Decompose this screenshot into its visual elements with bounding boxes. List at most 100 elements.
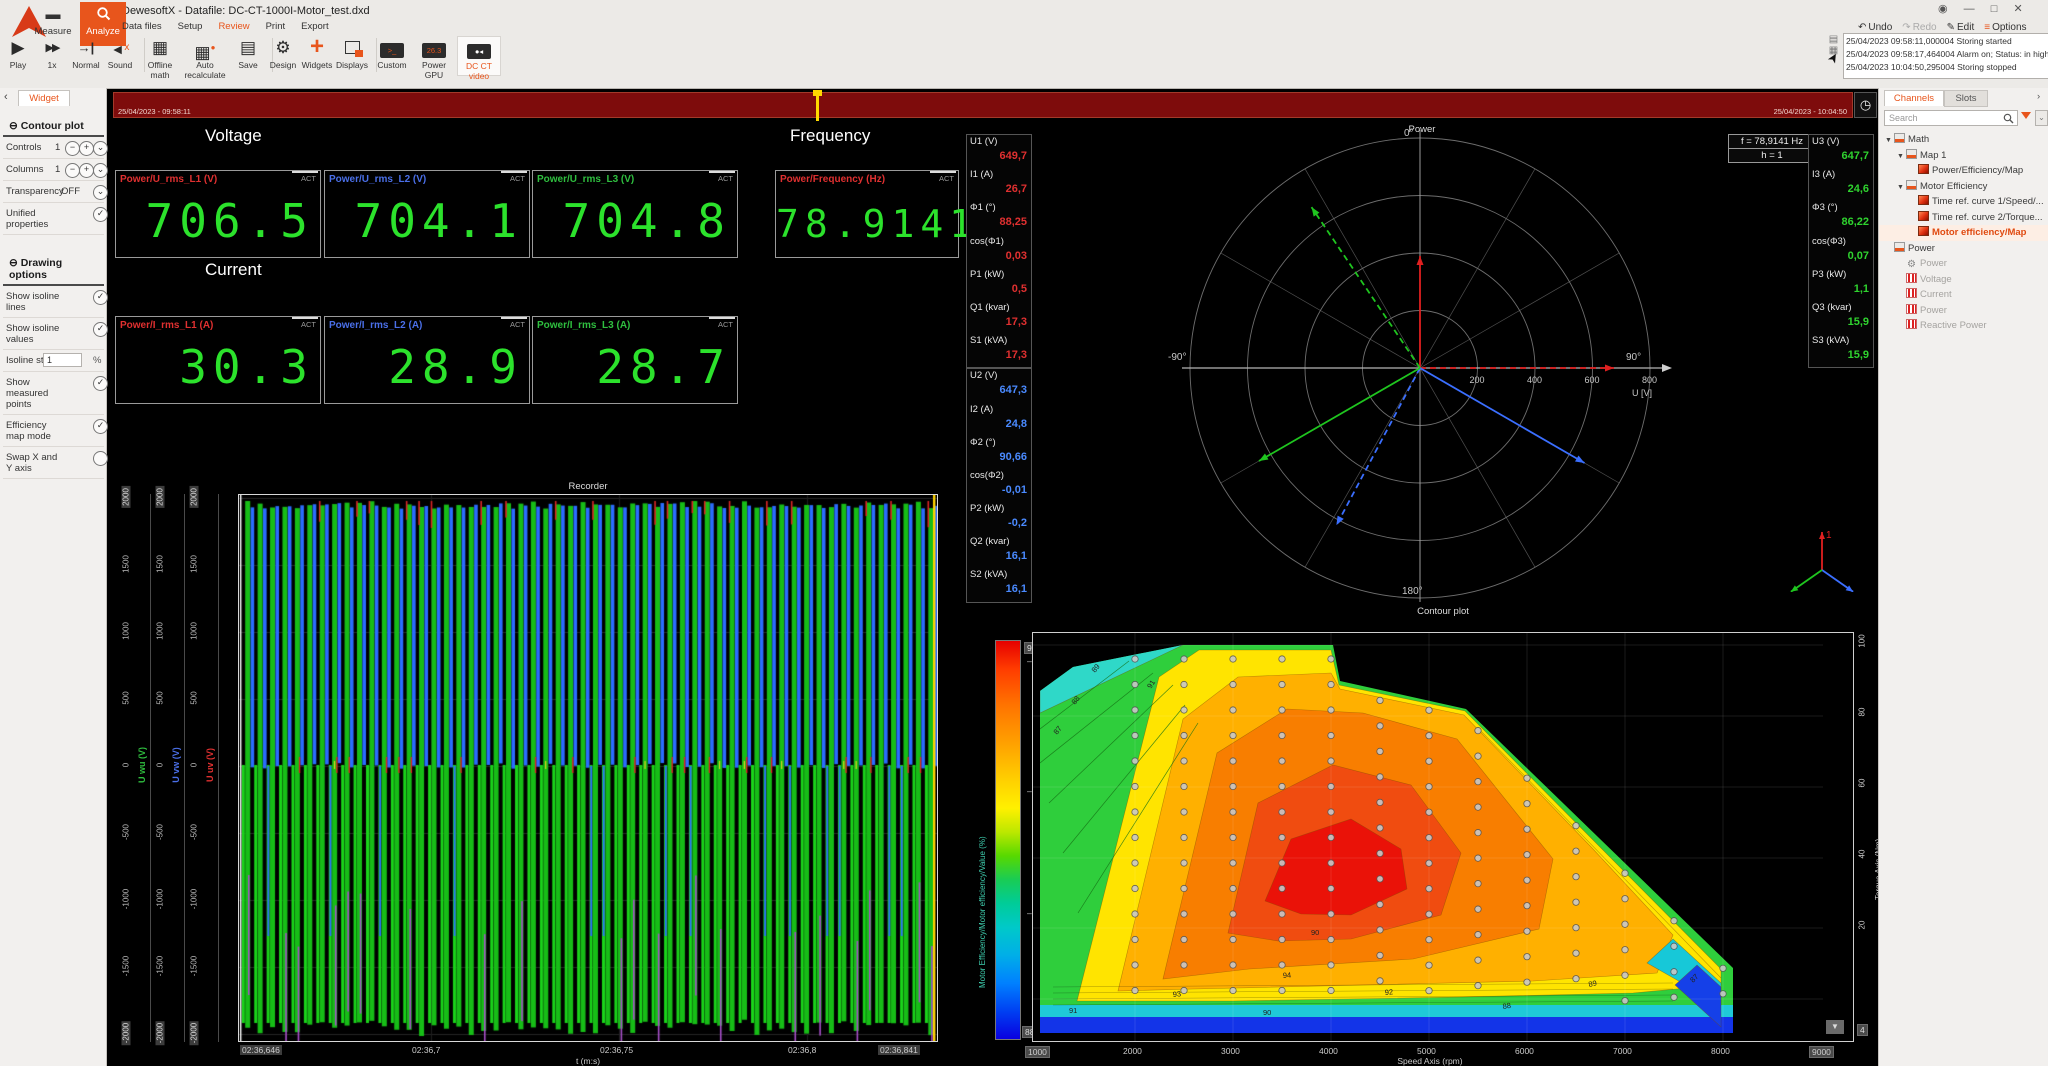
contour-x-tick[interactable]: 8000 bbox=[1711, 1046, 1730, 1056]
contour-x-tick[interactable]: 7000 bbox=[1613, 1046, 1632, 1056]
scope-degree-label: 90° bbox=[1626, 352, 1641, 363]
recorder-title: Recorder bbox=[568, 481, 608, 492]
checkbox-checked[interactable]: ✓ bbox=[93, 322, 108, 337]
clock-icon[interactable]: ◷ bbox=[1854, 92, 1877, 118]
measured-point bbox=[1425, 783, 1433, 791]
search-options-dropdown[interactable]: ⌄ bbox=[2035, 110, 2048, 126]
measured-point bbox=[1719, 964, 1727, 972]
toolbar-button-displays[interactable]: Displays bbox=[331, 36, 373, 74]
checkbox-checked[interactable]: ✓ bbox=[93, 290, 108, 305]
isoline-step-input[interactable]: 1 bbox=[43, 353, 82, 367]
settings-dot-icon[interactable]: ◉ bbox=[1938, 3, 1948, 15]
contour-x-tick[interactable]: 6000 bbox=[1515, 1046, 1534, 1056]
filter-funnel-icon[interactable] bbox=[2021, 112, 2031, 119]
event-log[interactable]: 25/04/2023 09:58:11,000004 Storing start… bbox=[1843, 33, 2048, 79]
minus-button[interactable]: − bbox=[65, 163, 80, 178]
contour-x-tick[interactable]: 5000 bbox=[1417, 1046, 1436, 1056]
tree-item-power[interactable]: ⚙ Power bbox=[1879, 256, 2048, 272]
group-icon bbox=[1894, 133, 1905, 143]
digital-meter[interactable]: Power/I_rms_L3 (A) ACT 28.7 bbox=[532, 316, 738, 404]
menu-item-setup[interactable]: Setup bbox=[178, 21, 203, 32]
edit-button[interactable]: ✎ Edit bbox=[1947, 22, 1975, 33]
toolbar-button-power-gpu[interactable]: 26.3 Power GPU bbox=[413, 36, 455, 80]
toolbar-button-custom[interactable]: >_ Custom bbox=[371, 36, 413, 74]
tab-channels[interactable]: Channels bbox=[1884, 90, 1944, 106]
contour-scroll-down-button[interactable]: ▼ bbox=[1826, 1020, 1844, 1034]
contour-x-tick[interactable]: 9000 bbox=[1809, 1046, 1834, 1058]
plus-button[interactable]: + bbox=[79, 141, 94, 156]
tree-item-power[interactable]: Power bbox=[1879, 241, 2048, 257]
toolbar-button-dc-ct-video[interactable]: ●◂ DC CT video bbox=[457, 36, 501, 81]
checkbox-checked[interactable]: ✓ bbox=[93, 419, 108, 434]
plus-button[interactable]: + bbox=[79, 163, 94, 178]
widget-tab[interactable]: Widget bbox=[18, 90, 70, 106]
chevron-down-button[interactable]: ⌄ bbox=[93, 185, 108, 200]
search-input[interactable]: Search bbox=[1884, 110, 2018, 126]
toolbar-button-label: Sound bbox=[107, 60, 133, 70]
timeline-bar[interactable]: 25/04/2023 - 09:58:11 25/04/2023 - 10:04… bbox=[113, 90, 1853, 121]
measured-point bbox=[1229, 833, 1237, 842]
tree-item-voltage[interactable]: Voltage bbox=[1879, 272, 2048, 288]
tree-item-time-ref-curve-1-speed-[interactable]: Time ref. curve 1/Speed/... bbox=[1879, 194, 2048, 210]
section-header-contour-plot[interactable]: ⊖ Contour plot bbox=[3, 112, 104, 137]
toolbar-button-offline-math[interactable]: ▦ Offline math bbox=[139, 36, 181, 80]
recorder-plot[interactable] bbox=[238, 494, 938, 1042]
menu-item-print[interactable]: Print bbox=[266, 21, 286, 32]
digital-meter[interactable]: Power/Frequency (Hz) ACT 78.9141 bbox=[775, 170, 972, 258]
timeline-cursor-handle[interactable] bbox=[813, 90, 822, 121]
digital-meter[interactable]: Power/U_rms_L1 (V) ACT 706.5 bbox=[115, 170, 321, 258]
menu-item-data-files[interactable]: Data files bbox=[122, 21, 162, 32]
toolbar-button-label: Design bbox=[269, 60, 297, 70]
chevron-down-button[interactable]: ⌄ bbox=[93, 141, 108, 156]
tree-item-time-ref-curve-2-torque-[interactable]: Time ref. curve 2/Torque... bbox=[1879, 210, 2048, 226]
gear-icon: ⚙ bbox=[1907, 259, 1916, 270]
tree-expand-arrow[interactable]: ▼ bbox=[1897, 180, 1906, 195]
contour-x-tick[interactable]: 1000 bbox=[1025, 1046, 1050, 1058]
tree-expand-arrow[interactable]: ▼ bbox=[1897, 149, 1906, 164]
tree-item-reactive-power[interactable]: Reactive Power bbox=[1879, 318, 2048, 334]
options-button[interactable]: ≡ Options bbox=[1984, 22, 2026, 33]
tree-item-current[interactable]: Current bbox=[1879, 287, 2048, 303]
collapse-panel-button[interactable]: ‹ bbox=[4, 91, 8, 103]
meter-channel-label: Power/U_rms_L3 (V) bbox=[537, 174, 635, 185]
digital-meter[interactable]: Power/U_rms_L2 (V) ACT 704.1 bbox=[324, 170, 530, 258]
checkbox-checked[interactable]: ✓ bbox=[93, 207, 108, 222]
menu-item-export[interactable]: Export bbox=[301, 21, 328, 32]
contour-x-tick[interactable]: 2000 bbox=[1123, 1046, 1142, 1056]
tab-slots[interactable]: Slots bbox=[1944, 90, 1988, 107]
vectorscope-polar-plot[interactable]: 0° 90° 180° -90° 200 400 600 800 U [V] bbox=[966, 120, 1878, 602]
toolbar-button-sound[interactable]: ◄x Sound bbox=[99, 36, 141, 74]
section-header-drawing-options[interactable]: ⊖ Drawing options bbox=[3, 249, 104, 286]
scope-value-row: S3 (kVA) 15,9 bbox=[1809, 334, 1873, 367]
tree-item-power-efficiency-map[interactable]: Power/Efficiency/Map bbox=[1879, 163, 2048, 179]
contour-map[interactable]: 89 88 87 91 91 93 90 94 92 90 88 89 87 bbox=[1032, 632, 1854, 1042]
tree-item-math[interactable]: ▼ Math bbox=[1879, 132, 2048, 148]
minimize-icon[interactable]: — bbox=[1964, 3, 1975, 15]
tree-item-power[interactable]: Power bbox=[1879, 303, 2048, 319]
menu-item-review[interactable]: Review bbox=[218, 21, 249, 32]
undo-button[interactable]: ↶ Undo bbox=[1858, 22, 1892, 33]
toolbar-button-auto-recalculate[interactable]: ▦● Auto recalculate bbox=[184, 36, 226, 80]
meter-act-bar bbox=[292, 317, 318, 319]
expand-panel-arrow[interactable]: › bbox=[2037, 91, 2040, 102]
checkbox-unchecked[interactable] bbox=[93, 451, 108, 466]
tree-item-motor-efficiency-map[interactable]: Motor efficiency/Map bbox=[1879, 225, 2048, 241]
digital-meter[interactable]: Power/U_rms_L3 (V) ACT 704.8 bbox=[532, 170, 738, 258]
checkbox-checked[interactable]: ✓ bbox=[93, 376, 108, 391]
contour-x-tick[interactable]: 3000 bbox=[1221, 1046, 1240, 1056]
tree-item-motor-efficiency[interactable]: ▼ Motor Efficiency bbox=[1879, 179, 2048, 195]
scope-value-row: cos(Φ2) -0,01 bbox=[967, 469, 1031, 502]
chevron-down-button[interactable]: ⌄ bbox=[93, 163, 108, 178]
contour-colorbar bbox=[995, 640, 1021, 1040]
widget-settings-panel: ‹ Widget ⊖ Contour plot Controls 1− + ⌄ Colum… bbox=[0, 88, 108, 1066]
tree-item-map-1[interactable]: ▼ Map 1 bbox=[1879, 148, 2048, 164]
digital-meter[interactable]: Power/I_rms_L2 (A) ACT 28.9 bbox=[324, 316, 530, 404]
contour-x-tick[interactable]: 4000 bbox=[1319, 1046, 1338, 1056]
tree-expand-arrow[interactable]: ▼ bbox=[1885, 133, 1894, 148]
meter-act-bar bbox=[292, 171, 318, 173]
minus-button[interactable]: − bbox=[65, 141, 80, 156]
digital-meter[interactable]: Power/I_rms_L1 (A) ACT 30.3 bbox=[115, 316, 321, 404]
search-icon bbox=[2003, 113, 2014, 124]
maximize-icon[interactable]: □ bbox=[1991, 3, 1998, 15]
close-icon[interactable]: ✕ bbox=[2013, 3, 2022, 15]
